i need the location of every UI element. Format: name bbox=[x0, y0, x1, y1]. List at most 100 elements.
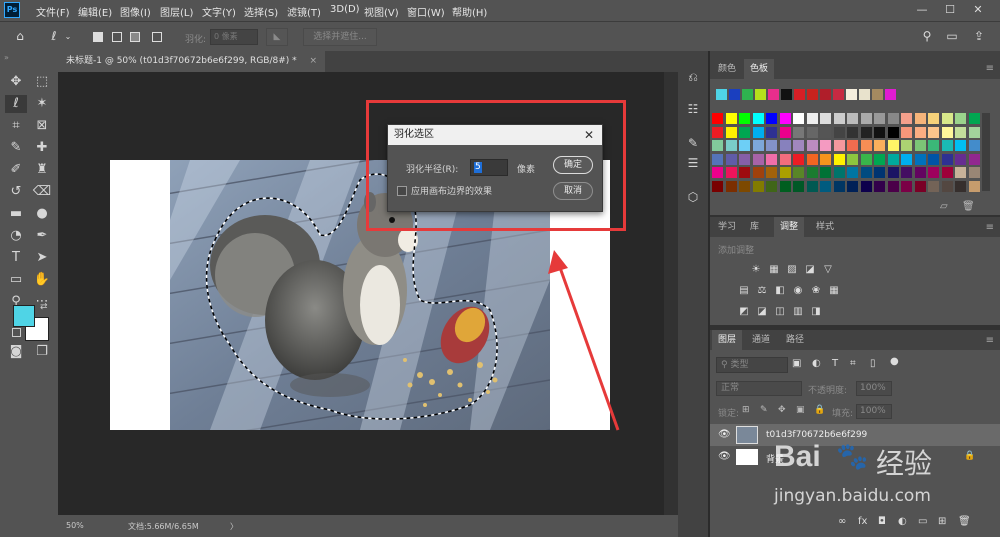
color-swatch[interactable] bbox=[806, 126, 818, 138]
adjustment-icon[interactable]: ▥ bbox=[792, 306, 804, 318]
color-swatch[interactable] bbox=[833, 153, 845, 165]
fill-input[interactable]: 100% bbox=[856, 404, 892, 419]
color-swatch[interactable] bbox=[847, 180, 858, 192]
adjustment-icon[interactable]: ⚖ bbox=[756, 285, 768, 297]
color-swatch[interactable] bbox=[752, 180, 764, 192]
color-swatch[interactable] bbox=[928, 126, 939, 138]
lock-transparent-icon[interactable]: ⊞ bbox=[742, 405, 750, 415]
panel-menu-icon[interactable]: ≡ bbox=[986, 222, 994, 233]
color-swatch[interactable] bbox=[725, 140, 737, 151]
recent-swatch[interactable] bbox=[833, 89, 844, 100]
color-swatch[interactable] bbox=[833, 126, 845, 138]
share-icon[interactable]: ⇪ bbox=[972, 29, 986, 43]
color-swatch[interactable] bbox=[725, 180, 737, 192]
color-swatch[interactable] bbox=[955, 140, 966, 151]
blur-tool-icon[interactable]: ● bbox=[31, 205, 53, 223]
minimize-button[interactable]: — bbox=[912, 2, 932, 18]
color-swatch[interactable] bbox=[793, 140, 804, 151]
menu-help[interactable]: 帮助(H) bbox=[452, 4, 487, 19]
adjustment-icon[interactable]: ▦ bbox=[768, 264, 780, 276]
adjustment-icon[interactable]: ☀ bbox=[750, 264, 762, 276]
recent-swatch[interactable] bbox=[885, 89, 896, 100]
color-swatch[interactable] bbox=[847, 153, 858, 165]
color-swatch[interactable] bbox=[914, 153, 926, 165]
chevron-down-icon[interactable]: ⌄ bbox=[64, 30, 72, 44]
color-swatch[interactable] bbox=[914, 180, 926, 192]
color-swatch[interactable] bbox=[820, 153, 831, 165]
color-swatch[interactable] bbox=[779, 126, 791, 138]
color-swatch[interactable] bbox=[806, 140, 818, 151]
adjust-sliders-icon[interactable]: ☰ bbox=[685, 155, 701, 171]
magic-wand-tool-icon[interactable]: ✶ bbox=[31, 95, 53, 113]
intersect-selection-icon[interactable] bbox=[152, 32, 162, 42]
color-swatch[interactable] bbox=[887, 167, 899, 178]
tab-styles[interactable]: 样式 bbox=[810, 217, 840, 237]
color-swatch[interactable] bbox=[725, 153, 737, 165]
brush-settings-icon[interactable]: ✎ bbox=[685, 135, 701, 151]
tab-adjustments[interactable]: 调整 bbox=[774, 217, 805, 237]
path-select-tool-icon[interactable]: ➤ bbox=[31, 249, 53, 267]
color-swatch[interactable] bbox=[887, 140, 899, 151]
menu-filter[interactable]: 滤镜(T) bbox=[287, 4, 321, 19]
eye-icon[interactable]: 👁 bbox=[718, 429, 731, 440]
adjustment-icon[interactable]: ◪ bbox=[804, 264, 816, 276]
color-swatch[interactable] bbox=[955, 180, 966, 192]
pen-tool-icon[interactable]: ✒ bbox=[31, 227, 53, 245]
lasso-tool-icon[interactable]: ℓ bbox=[5, 95, 27, 113]
menu-type[interactable]: 文字(Y) bbox=[202, 4, 236, 19]
color-swatch[interactable] bbox=[739, 180, 750, 192]
color-swatch[interactable] bbox=[820, 167, 831, 178]
color-swatch[interactable] bbox=[887, 113, 899, 124]
filter-pixel-icon[interactable]: ▣ bbox=[792, 358, 801, 369]
color-swatch[interactable] bbox=[941, 167, 953, 178]
adjustment-icon[interactable]: ◉ bbox=[792, 285, 804, 297]
color-swatch[interactable] bbox=[766, 126, 777, 138]
color-swatch[interactable] bbox=[941, 140, 953, 151]
color-swatch[interactable] bbox=[725, 126, 737, 138]
color-swatch[interactable] bbox=[712, 140, 723, 151]
color-swatch[interactable] bbox=[766, 167, 777, 178]
color-swatch[interactable] bbox=[968, 153, 980, 165]
frame-tool-icon[interactable]: ⊠ bbox=[31, 117, 53, 135]
color-swatch[interactable] bbox=[887, 180, 899, 192]
color-swatch[interactable] bbox=[712, 113, 723, 124]
lock-all-icon[interactable]: 🔒 bbox=[814, 405, 825, 415]
recent-swatch[interactable] bbox=[729, 89, 740, 100]
menu-select[interactable]: 选择(S) bbox=[244, 4, 278, 19]
lock-position-icon[interactable]: ✥ bbox=[778, 405, 786, 415]
healing-tool-icon[interactable]: ✚ bbox=[31, 139, 53, 157]
screen-mode-icon[interactable]: ❐ bbox=[31, 343, 53, 361]
color-swatch[interactable] bbox=[941, 153, 953, 165]
color-swatch[interactable] bbox=[820, 126, 831, 138]
color-swatch[interactable] bbox=[901, 113, 912, 124]
color-swatch[interactable] bbox=[941, 180, 953, 192]
recent-swatch[interactable] bbox=[781, 89, 792, 100]
close-window-button[interactable]: ✕ bbox=[968, 2, 988, 18]
color-swatch[interactable] bbox=[860, 113, 872, 124]
color-swatch[interactable] bbox=[725, 113, 737, 124]
color-swatch[interactable] bbox=[941, 126, 953, 138]
shape-tool-icon[interactable]: ▭ bbox=[5, 271, 27, 289]
lock-artboard-icon[interactable]: ▣ bbox=[796, 405, 805, 415]
color-swatch[interactable] bbox=[860, 167, 872, 178]
collapse-icon[interactable]: » bbox=[4, 53, 54, 62]
filter-toggle-icon[interactable]: ● bbox=[890, 356, 899, 367]
color-swatch[interactable] bbox=[712, 167, 723, 178]
color-swatch[interactable] bbox=[820, 113, 831, 124]
tab-swatches[interactable]: 色板 bbox=[744, 59, 775, 79]
color-swatch[interactable] bbox=[712, 180, 723, 192]
color-swatch[interactable] bbox=[752, 167, 764, 178]
adjustment-icon[interactable]: ◩ bbox=[738, 306, 750, 318]
color-swatch[interactable] bbox=[901, 167, 912, 178]
color-swatch[interactable] bbox=[847, 113, 858, 124]
zoom-level[interactable]: 50% bbox=[66, 521, 84, 530]
color-swatch[interactable] bbox=[752, 126, 764, 138]
color-swatch[interactable] bbox=[914, 167, 926, 178]
color-swatch[interactable] bbox=[806, 153, 818, 165]
document-tab[interactable]: 未标题-1 @ 50% (t01d3f70672b6e6f299, RGB/8#… bbox=[58, 51, 326, 72]
color-swatch[interactable] bbox=[779, 113, 791, 124]
color-swatch[interactable] bbox=[968, 180, 980, 192]
eye-icon[interactable]: 👁 bbox=[718, 451, 731, 462]
color-swatch[interactable] bbox=[739, 153, 750, 165]
type-tool-icon[interactable]: T bbox=[5, 249, 27, 267]
